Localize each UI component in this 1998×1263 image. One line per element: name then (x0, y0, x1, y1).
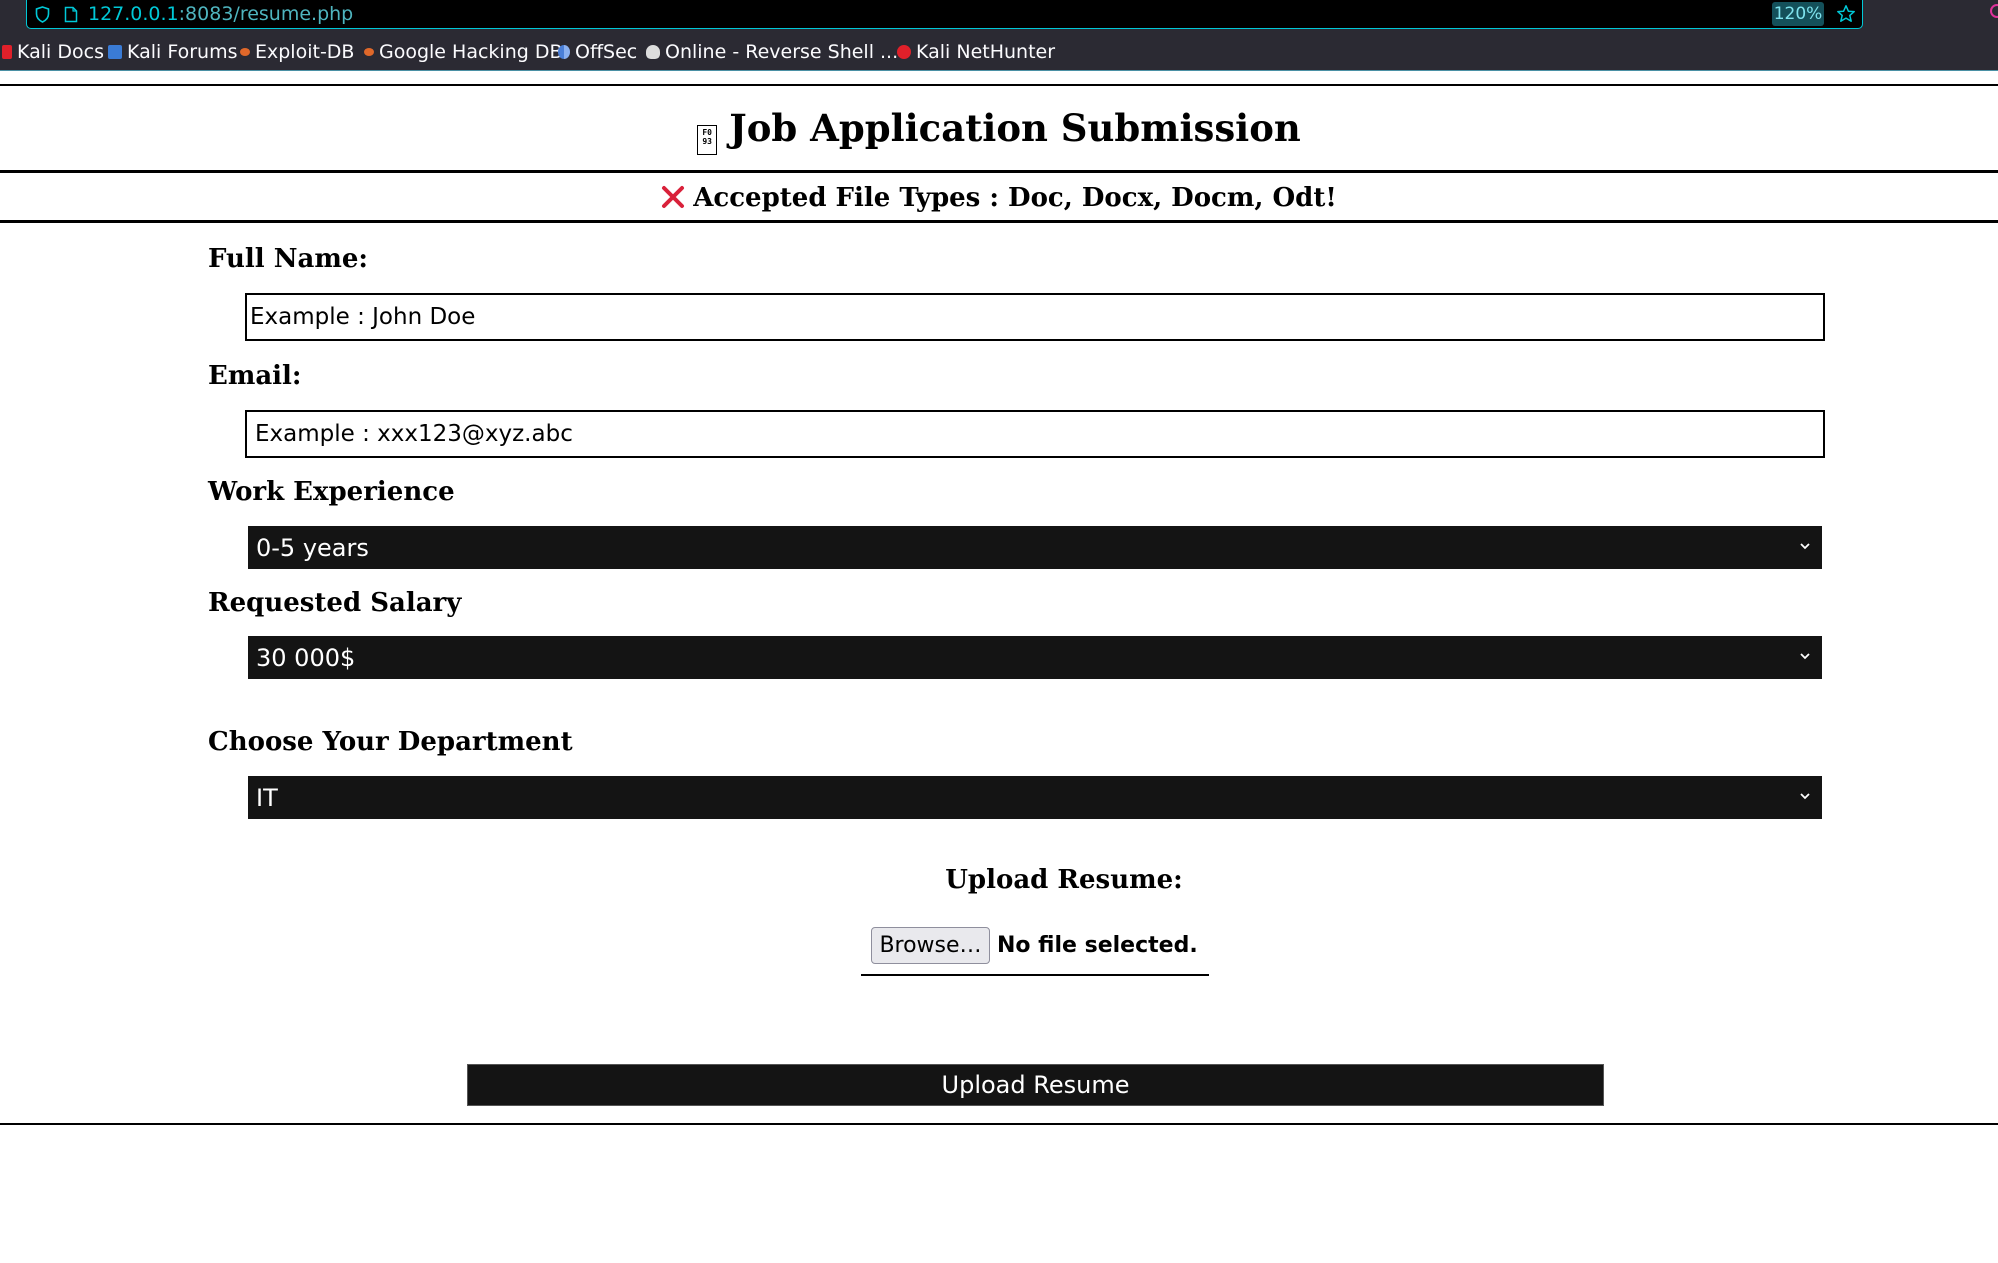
bookmark-label: Kali Docs (17, 41, 104, 63)
cross-mark-icon (662, 186, 685, 208)
exploit-db-icon (240, 48, 250, 56)
work-experience-label: Work Experience (208, 477, 455, 507)
requested-salary-select[interactable]: 30 000$ (248, 636, 1822, 679)
full-name-input[interactable]: Example : John Doe (245, 293, 1825, 341)
bookmark-label: Google Hacking DB (379, 41, 563, 63)
file-status-text: No file selected. (997, 933, 1198, 958)
chevron-down-icon (1800, 543, 1810, 550)
ghdb-icon (364, 48, 374, 56)
bookmark-label: Exploit-DB (255, 41, 355, 63)
requested-salary-label: Requested Salary (208, 588, 462, 618)
kali-docs-icon (2, 45, 12, 59)
bookmark-label: Kali NetHunter (916, 41, 1056, 63)
banner-rule (0, 220, 1998, 223)
bookmark-offsec[interactable]: OffSec (558, 37, 637, 67)
browse-button[interactable]: Browse… (871, 927, 990, 964)
upload-resume-button[interactable]: Upload Resume (467, 1064, 1604, 1106)
header-rule-bottom (0, 170, 1998, 173)
chevron-down-icon (1800, 653, 1810, 660)
email-placeholder: Example : xxx123@xyz.abc (255, 421, 573, 447)
bookmark-label: Online - Reverse Shell ... (665, 41, 899, 63)
department-select[interactable]: IT (248, 776, 1822, 819)
work-experience-value: 0-5 years (256, 533, 369, 562)
footer-rule (0, 1123, 1998, 1125)
bookmark-exploit-db[interactable]: Exploit-DB (240, 37, 354, 67)
work-experience-select[interactable]: 0-5 years (248, 526, 1822, 569)
bookmark-label: OffSec (575, 41, 638, 63)
chevron-down-icon (1800, 793, 1810, 800)
email-input[interactable]: Example : xxx123@xyz.abc (245, 410, 1825, 458)
zoom-level-badge[interactable]: 120% (1772, 2, 1824, 26)
header-rule-top (0, 84, 1998, 86)
bookmark-google-hacking-db[interactable]: Google Hacking DB (364, 37, 563, 67)
page-title-text: Job Application Submission (729, 106, 1301, 150)
bookmark-kali-docs[interactable]: Kali Docs (2, 37, 104, 67)
department-label: Choose Your Department (208, 727, 573, 757)
file-input-underline (861, 974, 1209, 976)
department-value: IT (256, 783, 278, 812)
accepted-file-types-text: Accepted File Types : Doc, Docx, Docm, O… (693, 183, 1337, 213)
nethunter-icon (897, 45, 911, 59)
kali-forums-icon (108, 45, 122, 59)
bookmark-reverse-shell[interactable]: Online - Reverse Shell ... (646, 37, 898, 67)
accepted-file-types-notice: Accepted File Types : Doc, Docx, Docm, O… (0, 180, 1998, 216)
upload-resume-label: Upload Resume: (945, 865, 1183, 895)
skull-icon (646, 45, 660, 59)
bookmark-kali-nethunter[interactable]: Kali NetHunter (897, 37, 1055, 67)
full-name-placeholder: Example : John Doe (250, 304, 476, 330)
browser-chrome: 127.0.0.1:8083/resume.php 120% Kali Docs… (0, 0, 1998, 71)
extension-icon[interactable] (1990, 4, 1998, 18)
url-text[interactable]: 127.0.0.1:8083/resume.php (88, 2, 353, 26)
page-icon (64, 6, 78, 23)
bookmark-star-icon[interactable] (1836, 4, 1856, 24)
full-name-label: Full Name: (208, 244, 368, 274)
offsec-icon (558, 45, 570, 59)
bookmarks-toolbar: Kali Docs Kali Forums Exploit-DB Google … (0, 37, 1998, 67)
chrome-divider (0, 70, 1998, 71)
bookmark-label: Kali Forums (127, 41, 238, 63)
page-title: F0 93 Job Application Submission (0, 103, 1998, 155)
bookmark-kali-forums[interactable]: Kali Forums (108, 37, 238, 67)
shield-icon[interactable] (35, 6, 50, 23)
requested-salary-value: 30 000$ (256, 643, 356, 672)
email-label: Email: (208, 361, 302, 391)
missing-glyph-icon: F0 93 (697, 125, 718, 155)
